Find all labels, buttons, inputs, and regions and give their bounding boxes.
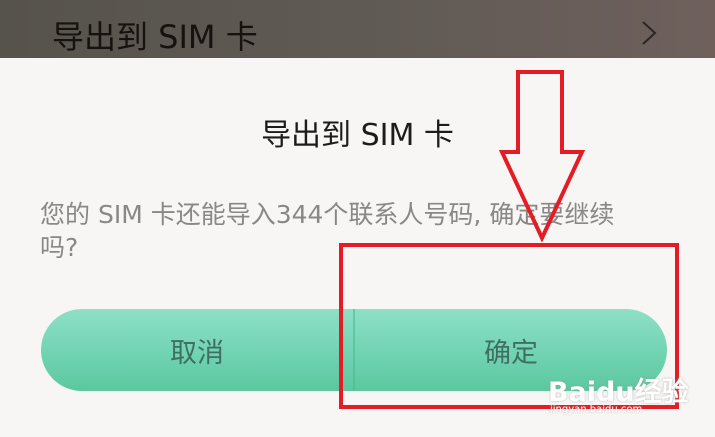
watermark-url: jingyan.baidu.com bbox=[550, 404, 643, 415]
annotation-arrow-down-icon bbox=[498, 70, 586, 242]
dialog-title: 导出到 SIM 卡 bbox=[261, 118, 454, 153]
background-list-row: 导出到 SIM 卡 bbox=[0, 0, 715, 58]
background-row-label: 导出到 SIM 卡 bbox=[52, 18, 258, 56]
cancel-button[interactable]: 取消 bbox=[41, 309, 353, 391]
baidu-jingyan-watermark: Baidu经验 jingyan.baidu.com bbox=[548, 370, 689, 418]
chevron-right-icon bbox=[642, 21, 657, 45]
